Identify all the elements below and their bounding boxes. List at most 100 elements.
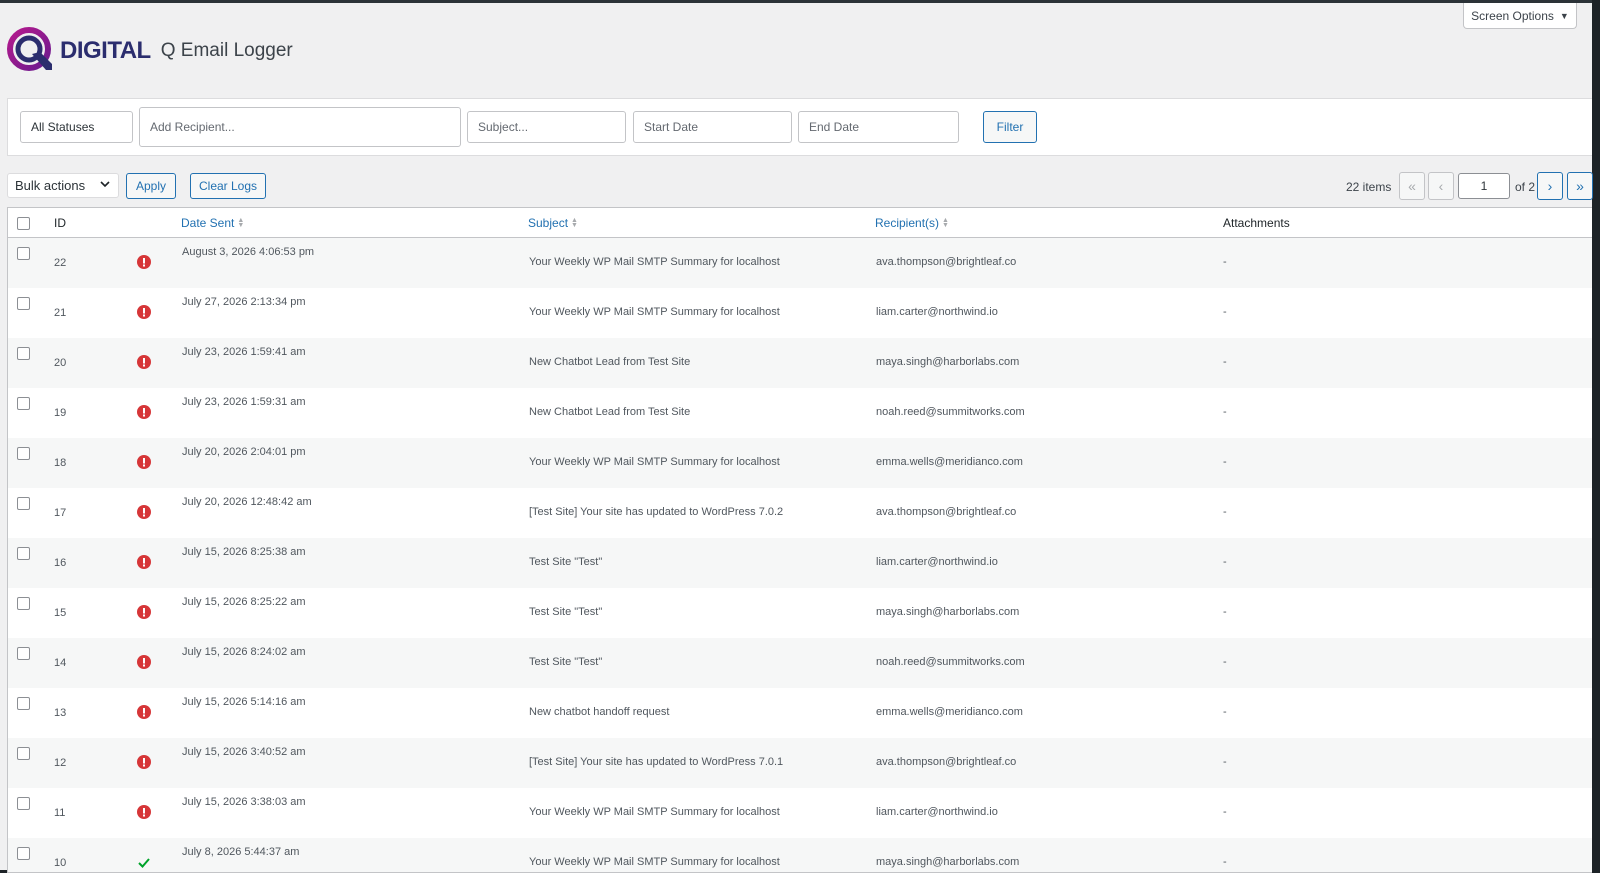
screen-options-button[interactable]: Screen Options ▼ [1463, 3, 1577, 29]
row-attachments: - [1223, 706, 1227, 718]
row-checkbox[interactable] [17, 447, 30, 460]
table-row[interactable]: 12 July 15, 2026 3:40:52 am [Test Site] Yo… [8, 738, 1592, 788]
end-date-input[interactable] [798, 111, 959, 143]
row-subject: Your Weekly WP Mail SMTP Summary for loc… [529, 256, 780, 268]
row-recipient: ava.thompson@brightleaf.co [876, 756, 1017, 768]
row-checkbox[interactable] [17, 597, 30, 610]
error-icon [137, 455, 151, 469]
row-id: 21 [54, 307, 67, 319]
subject-input[interactable] [467, 111, 626, 143]
row-subject: [Test Site] Your site has updated to Wor… [529, 506, 784, 518]
table-row[interactable]: 20 July 23, 2026 1:59:41 am New Chatbot Le… [8, 338, 1592, 388]
start-date-input[interactable] [633, 111, 792, 143]
row-attachments: - [1223, 456, 1227, 468]
row-recipient: maya.singh@harborlabs.com [876, 856, 1020, 868]
table-row[interactable]: 22 August 3, 2026 4:06:53 pm Your Weekly W… [8, 238, 1592, 288]
filter-bar: All Statuses Filter [7, 98, 1592, 156]
current-page-input[interactable] [1458, 173, 1510, 199]
row-date-sent: July 15, 2026 8:25:38 am [182, 546, 306, 558]
row-subject: Your Weekly WP Mail SMTP Summary for loc… [529, 306, 780, 318]
row-subject: New chatbot handoff request [529, 706, 670, 718]
error-icon [137, 755, 151, 769]
next-page-button[interactable]: › [1537, 172, 1563, 200]
select-all-checkbox[interactable] [17, 217, 30, 230]
row-recipient: maya.singh@harborlabs.com [876, 356, 1020, 368]
row-date-sent: July 20, 2026 2:04:01 pm [182, 446, 306, 458]
apply-button[interactable]: Apply [126, 173, 176, 199]
page-title: Q Email Logger [160, 40, 293, 61]
table-row[interactable]: 10 July 8, 2026 5:44:37 am Your Weekly WP … [8, 838, 1592, 872]
status-select[interactable]: All Statuses [20, 111, 133, 143]
row-recipient: liam.carter@northwind.io [876, 306, 998, 318]
row-subject: Your Weekly WP Mail SMTP Summary for loc… [529, 456, 780, 468]
row-subject: Test Site "Test" [529, 656, 603, 668]
row-checkbox[interactable] [17, 347, 30, 360]
row-checkbox[interactable] [17, 647, 30, 660]
recipient-input[interactable] [139, 107, 461, 147]
table-row[interactable]: 14 July 15, 2026 8:24:02 am Test Site "Tes… [8, 638, 1592, 688]
table-row[interactable]: 16 July 15, 2026 8:25:38 am Test Site "Tes… [8, 538, 1592, 588]
row-date-sent: July 8, 2026 5:44:37 am [182, 846, 300, 858]
table-row[interactable]: 21 July 27, 2026 2:13:34 pm Your Weekly WP… [8, 288, 1592, 338]
row-id: 10 [54, 857, 67, 869]
column-recipients-label: Recipient(s) [875, 216, 940, 230]
row-recipient: noah.reed@summitworks.com [876, 656, 1025, 668]
row-checkbox[interactable] [17, 297, 30, 310]
row-date-sent: July 15, 2026 8:25:22 am [182, 596, 306, 608]
row-date-sent: July 23, 2026 1:59:31 am [182, 396, 306, 408]
window-edge [1592, 0, 1600, 873]
row-id: 12 [54, 757, 67, 769]
row-id: 20 [54, 357, 67, 369]
row-checkbox[interactable] [17, 847, 30, 860]
column-subject[interactable]: Subject ▲ ▼ [528, 216, 578, 230]
status-select-value: All Statuses [31, 120, 95, 134]
column-attachments: Attachments [1223, 216, 1290, 230]
table-row[interactable]: 15 July 15, 2026 8:25:22 am Test Site "Tes… [8, 588, 1592, 638]
table-row[interactable]: 11 July 15, 2026 3:38:03 am Your Weekly WP… [8, 788, 1592, 838]
row-checkbox[interactable] [17, 247, 30, 260]
check-icon [137, 855, 151, 869]
table-row[interactable]: 13 July 15, 2026 5:14:16 am New chatbot ha… [8, 688, 1592, 738]
row-checkbox[interactable] [17, 697, 30, 710]
row-attachments: - [1223, 506, 1227, 518]
q-logo-icon [6, 26, 56, 76]
row-checkbox[interactable] [17, 547, 30, 560]
column-id-label: ID [54, 216, 66, 230]
row-date-sent: July 27, 2026 2:13:34 pm [182, 296, 306, 308]
table-row[interactable]: 18 July 20, 2026 2:04:01 pm Your Weekly WP… [8, 438, 1592, 488]
row-checkbox[interactable] [17, 747, 30, 760]
error-icon [137, 405, 151, 419]
bulk-actions-select[interactable]: Bulk actions [7, 173, 119, 198]
error-icon [137, 705, 151, 719]
row-attachments: - [1223, 806, 1227, 818]
row-recipient: ava.thompson@brightleaf.co [876, 256, 1017, 268]
row-date-sent: July 15, 2026 8:24:02 am [182, 646, 306, 658]
row-date-sent: July 15, 2026 3:40:52 am [182, 746, 306, 758]
row-attachments: - [1223, 306, 1227, 318]
row-date-sent: August 3, 2026 4:06:53 pm [182, 246, 315, 258]
row-subject: New Chatbot Lead from Test Site [529, 356, 691, 368]
row-id: 16 [54, 557, 67, 569]
column-date-sent[interactable]: Date Sent ▲ ▼ [181, 216, 244, 230]
row-recipient: emma.wells@meridianco.com [876, 456, 1023, 468]
last-page-button[interactable]: » [1567, 172, 1593, 200]
row-subject: Test Site "Test" [529, 556, 603, 568]
row-attachments: - [1223, 356, 1227, 368]
filter-button[interactable]: Filter [983, 111, 1037, 143]
error-icon [137, 355, 151, 369]
first-page-button[interactable]: « [1399, 172, 1425, 200]
table-row[interactable]: 19 July 23, 2026 1:59:31 am New Chatbot Le… [8, 388, 1592, 438]
row-checkbox[interactable] [17, 797, 30, 810]
clear-logs-button[interactable]: Clear Logs [190, 173, 266, 199]
screen-options-label: Screen Options [1471, 8, 1554, 23]
error-icon [137, 255, 151, 269]
row-id: 22 [54, 257, 67, 269]
row-subject: Test Site "Test" [529, 606, 603, 618]
row-recipient: liam.carter@northwind.io [876, 806, 998, 818]
sort-icon: ▲ ▼ [942, 217, 949, 229]
row-checkbox[interactable] [17, 397, 30, 410]
prev-page-button[interactable]: ‹ [1428, 172, 1454, 200]
column-recipients[interactable]: Recipient(s) ▲ ▼ [875, 216, 949, 230]
row-checkbox[interactable] [17, 497, 30, 510]
table-row[interactable]: 17 July 20, 2026 12:48:42 am [Test Site] Y… [8, 488, 1592, 538]
